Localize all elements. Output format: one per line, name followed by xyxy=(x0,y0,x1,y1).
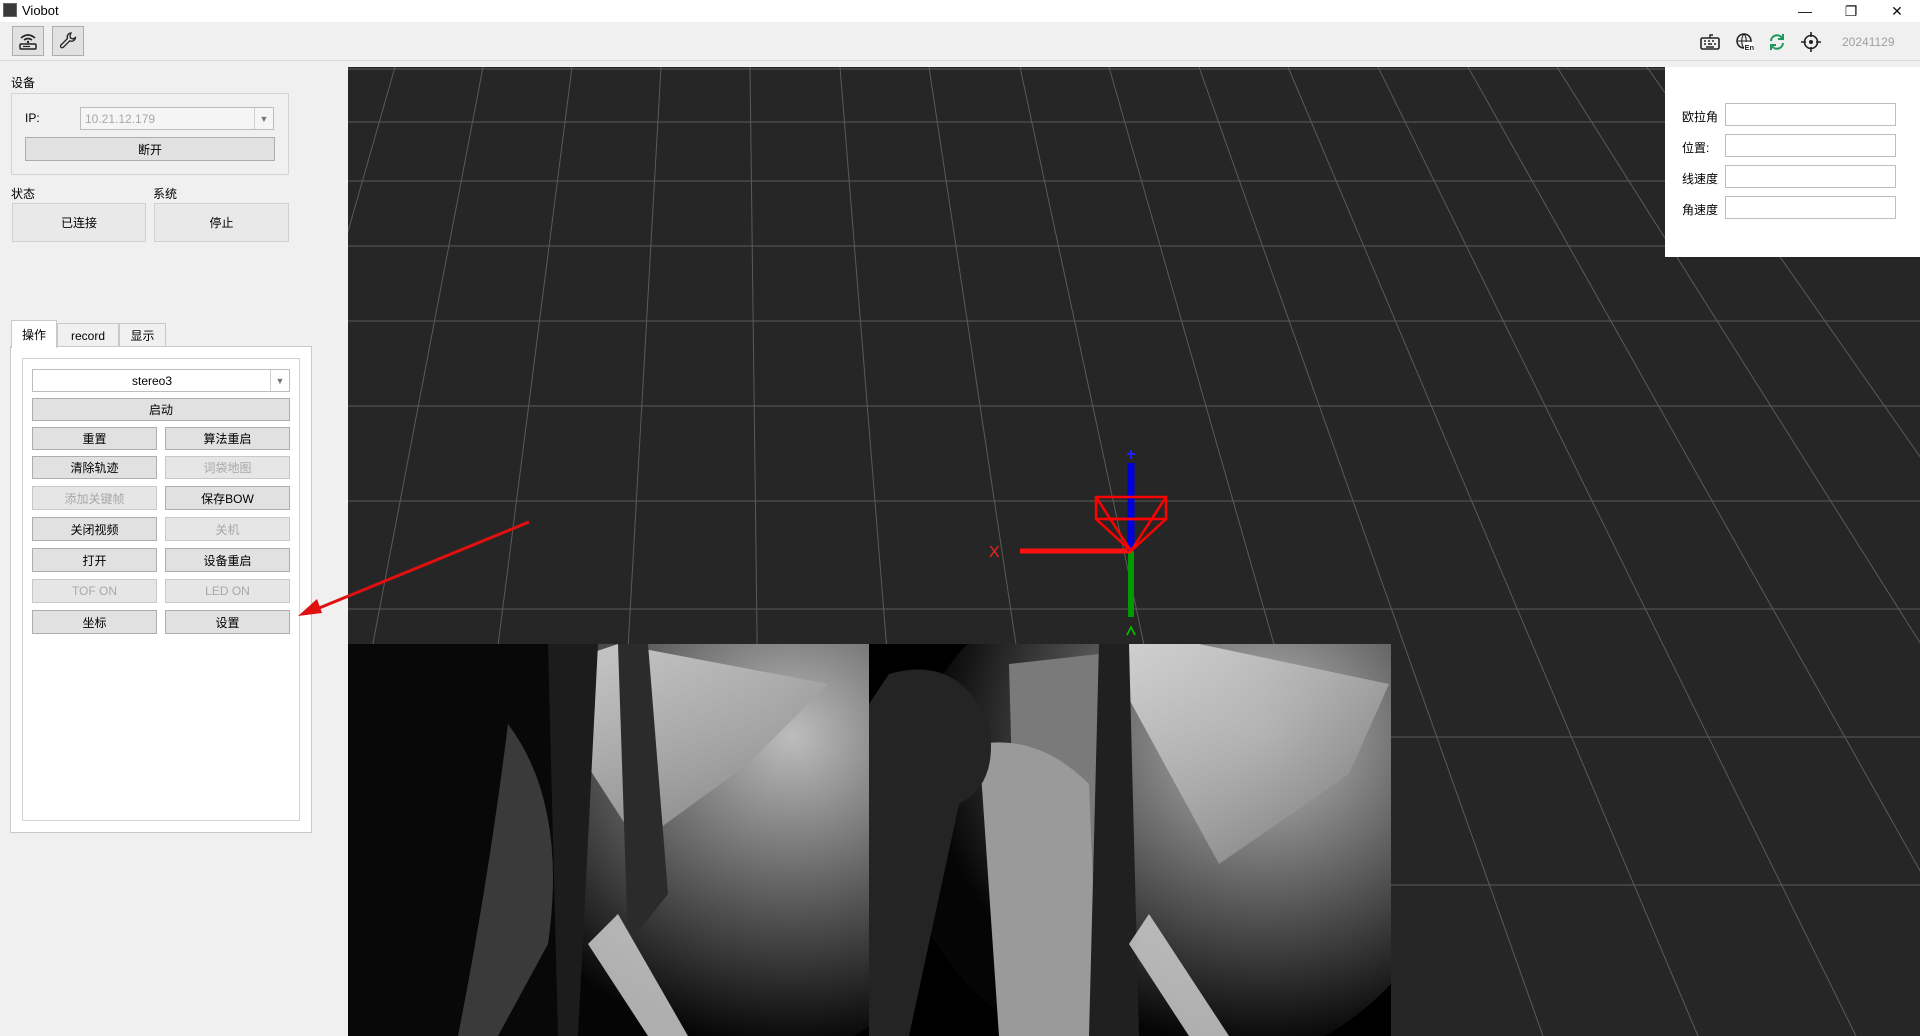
status-label: 状态 xyxy=(11,187,36,201)
system-label: 系统 xyxy=(153,187,178,201)
pose-info-panel xyxy=(1665,67,1920,257)
version-label: 20241129 xyxy=(1842,35,1895,49)
mode-select-value: stereo3 xyxy=(131,373,173,388)
refresh-icon[interactable] xyxy=(1766,31,1788,53)
window-title: Viobot xyxy=(22,3,59,18)
led-on-button[interactable]: LED ON xyxy=(165,579,290,603)
chevron-down-icon: ▼ xyxy=(254,108,273,129)
ip-label: IP: xyxy=(25,111,40,125)
algorithm-restart-button[interactable]: 算法重启 xyxy=(165,427,290,450)
clear-trajectory-button[interactable]: 清除轨迹 xyxy=(32,456,157,479)
linear-velocity-field[interactable] xyxy=(1725,165,1896,188)
angular-velocity-label: 角速度 xyxy=(1682,203,1719,217)
tab-operations[interactable]: 操作 xyxy=(11,320,57,348)
mode-select[interactable]: stereo3 ▼ xyxy=(32,369,290,392)
toolbar xyxy=(0,22,1920,61)
tof-on-button[interactable]: TOF ON xyxy=(32,579,157,603)
wifi-router-icon xyxy=(19,34,37,50)
linear-velocity-label: 线速度 xyxy=(1682,172,1719,186)
app-logo-icon xyxy=(3,3,17,17)
stereo-camera-view xyxy=(348,644,1391,1036)
minimize-button[interactable]: — xyxy=(1782,0,1828,22)
euler-angle-label: 欧拉角 xyxy=(1682,110,1719,124)
connection-button[interactable] xyxy=(12,26,44,56)
svg-text:En: En xyxy=(1745,43,1755,52)
coordinate-axes xyxy=(1020,450,1168,636)
keyboard-icon[interactable] xyxy=(1699,31,1721,53)
position-label: 位置: xyxy=(1682,141,1710,155)
annotation-arrow xyxy=(298,520,530,616)
euler-angle-field[interactable] xyxy=(1725,103,1896,126)
bow-map-button[interactable]: 词袋地图 xyxy=(165,456,290,479)
tab-display[interactable]: 显示 xyxy=(119,323,166,347)
wrench-icon xyxy=(59,32,77,49)
ip-select[interactable]: 10.21.12.179 ▼ xyxy=(80,107,274,130)
title-bar: Viobot — ❐ ✕ xyxy=(0,0,1920,22)
settings-tool-button[interactable] xyxy=(52,26,84,56)
x-axis-label: X xyxy=(989,544,1000,561)
position-field[interactable] xyxy=(1725,134,1896,157)
settings-button[interactable]: 设置 xyxy=(165,610,290,634)
reset-button[interactable]: 重置 xyxy=(32,427,157,450)
ip-value: 10.21.12.179 xyxy=(85,111,156,126)
language-en-icon[interactable]: En xyxy=(1734,31,1756,53)
close-video-button[interactable]: 关闭视频 xyxy=(32,517,157,541)
save-bow-button[interactable]: 保存BOW xyxy=(165,486,290,510)
close-button[interactable]: ✕ xyxy=(1874,0,1920,22)
connection-status-badge: 已连接 xyxy=(12,203,146,242)
chevron-down-icon: ▼ xyxy=(270,370,289,391)
add-keyframe-button[interactable]: 添加关键帧 xyxy=(32,486,157,510)
start-button[interactable]: 启动 xyxy=(32,398,290,421)
tab-record[interactable]: record xyxy=(57,323,119,347)
angular-velocity-field[interactable] xyxy=(1725,196,1896,219)
restore-button[interactable]: ❐ xyxy=(1828,0,1874,22)
device-group xyxy=(11,93,289,175)
crosshair-icon[interactable] xyxy=(1800,31,1822,53)
device-restart-button[interactable]: 设备重启 xyxy=(165,548,290,572)
device-section-label: 设备 xyxy=(11,76,36,90)
coordinate-button[interactable]: 坐标 xyxy=(32,610,157,634)
disconnect-button[interactable]: 断开 xyxy=(25,137,275,161)
right-camera-image xyxy=(869,644,1391,1036)
shutdown-button[interactable]: 关机 xyxy=(165,517,290,541)
system-status-badge: 停止 xyxy=(154,203,289,242)
open-button[interactable]: 打开 xyxy=(32,548,157,572)
